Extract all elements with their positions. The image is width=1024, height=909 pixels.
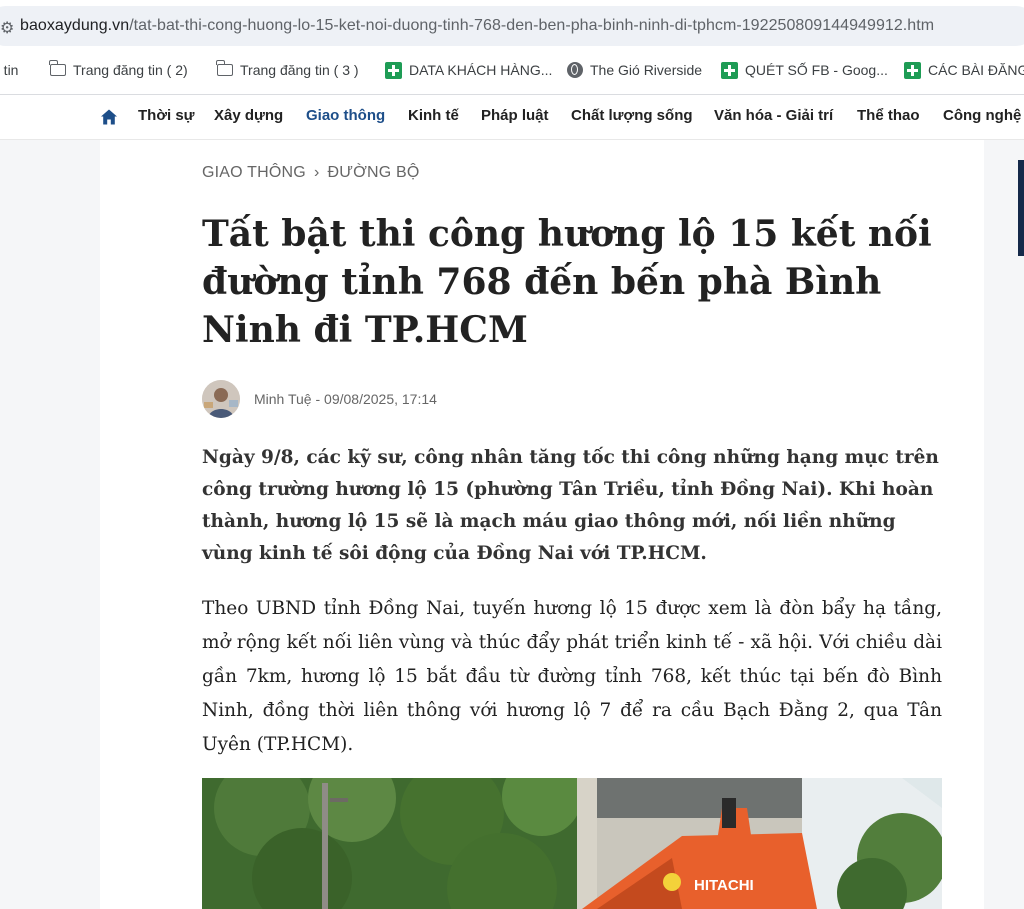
photo-brand-text: HITACHI xyxy=(694,877,754,894)
bookmark-item[interactable]: The Gió Riverside xyxy=(567,52,702,88)
article-paragraph: Theo UBND tỉnh Đồng Nai, tuyến hương lộ … xyxy=(202,598,942,755)
excavator-photo: HITACHI xyxy=(202,778,942,909)
bookmark-item[interactable]: QUÉT SỐ FB - Goog... xyxy=(721,52,888,88)
bookmark-folder[interactable]: Trang đăng tin ( 2) xyxy=(49,52,188,88)
bookmark-label: QUÉT SỐ FB - Goog... xyxy=(745,62,888,78)
site-info-icon[interactable]: ⚙ xyxy=(0,18,14,37)
breadcrumb-subsection[interactable]: ĐƯỜNG BỘ xyxy=(327,164,419,181)
article-title: Tất bật thi công hương lộ 15 kết nối đườ… xyxy=(202,213,932,351)
author-meta: Minh Tuệ - 09/08/2025, 17:14 xyxy=(254,391,437,407)
nav-item-phap-luat[interactable]: Pháp luật xyxy=(481,107,549,124)
breadcrumb: GIAO THÔNG › ĐƯỜNG BỘ xyxy=(202,164,420,182)
site-nav: Thời sự Xây dựng Giao thông Kinh tế Pháp… xyxy=(0,95,1024,140)
bookmark-label: Trang đăng tin ( 2) xyxy=(73,62,188,78)
sidebar-ad-edge xyxy=(1018,160,1024,256)
bookmark-item[interactable]: DATA KHÁCH HÀNG... xyxy=(385,52,552,88)
bookmark-label: CÁC BÀI ĐĂNG xyxy=(928,62,1024,78)
left-gutter xyxy=(0,140,100,909)
folder-icon xyxy=(49,60,66,76)
url-field[interactable]: ⚙ baoxaydung.vn/tat-bat-thi-cong-huong-l… xyxy=(0,6,1024,46)
nav-item-kinh-te[interactable]: Kinh tế xyxy=(408,107,459,124)
url-text[interactable]: baoxaydung.vn/tat-bat-thi-cong-huong-lo-… xyxy=(20,17,934,35)
home-icon[interactable] xyxy=(100,108,118,126)
nav-item-van-hoa-giai-tri[interactable]: Văn hóa - Giải trí xyxy=(714,107,833,124)
bookmark-folder[interactable]: Trang đăng tin ( 3 ) xyxy=(216,52,359,88)
meta-separator: - xyxy=(315,391,325,407)
bookmark-label: Trang đăng tin ( 3 ) xyxy=(240,62,359,78)
author-row: Minh Tuệ - 09/08/2025, 17:14 xyxy=(202,380,437,418)
bookmark-item[interactable]: g tin xyxy=(0,52,18,88)
bookmark-label: DATA KHÁCH HÀNG... xyxy=(409,62,553,78)
bookmark-label: g tin xyxy=(0,62,19,78)
nav-item-xay-dung[interactable]: Xây dựng xyxy=(214,107,283,124)
nav-item-cong-nghe[interactable]: Công nghệ xyxy=(943,107,1021,124)
bookmark-label: The Gió Riverside xyxy=(590,62,703,78)
nav-item-chat-luong-song[interactable]: Chất lượng sống xyxy=(571,107,693,124)
url-path: /tat-bat-thi-cong-huong-lo-15-ket-noi-du… xyxy=(129,17,935,34)
author-photo xyxy=(202,380,240,418)
bookmark-item[interactable]: CÁC BÀI ĐĂNG xyxy=(904,52,1024,88)
globe-icon xyxy=(567,62,583,78)
breadcrumb-section[interactable]: GIAO THÔNG xyxy=(202,164,306,181)
author-name[interactable]: Minh Tuệ xyxy=(254,391,312,407)
nav-item-giao-thong[interactable]: Giao thông xyxy=(306,107,385,124)
browser-address-bar: ⚙ baoxaydung.vn/tat-bat-thi-cong-huong-l… xyxy=(0,0,1024,52)
sheets-icon xyxy=(904,61,921,79)
nav-item-thoi-su[interactable]: Thời sự xyxy=(138,107,195,124)
bookmarks-bar: g tin Trang đăng tin ( 2) Trang đăng tin… xyxy=(0,52,1024,95)
publish-time: 09/08/2025, 17:14 xyxy=(324,391,437,407)
article-photo[interactable]: HITACHI xyxy=(202,778,942,909)
url-domain: baoxaydung.vn xyxy=(20,17,130,34)
sheets-icon xyxy=(721,61,738,79)
chevron-right-icon: › xyxy=(313,164,320,181)
article-sapo: Ngày 9/8, các kỹ sư, công nhân tăng tốc … xyxy=(202,447,939,564)
sheets-icon xyxy=(385,61,402,79)
folder-icon xyxy=(216,60,233,76)
author-avatar[interactable] xyxy=(202,380,240,418)
nav-item-the-thao[interactable]: Thể thao xyxy=(857,107,920,124)
